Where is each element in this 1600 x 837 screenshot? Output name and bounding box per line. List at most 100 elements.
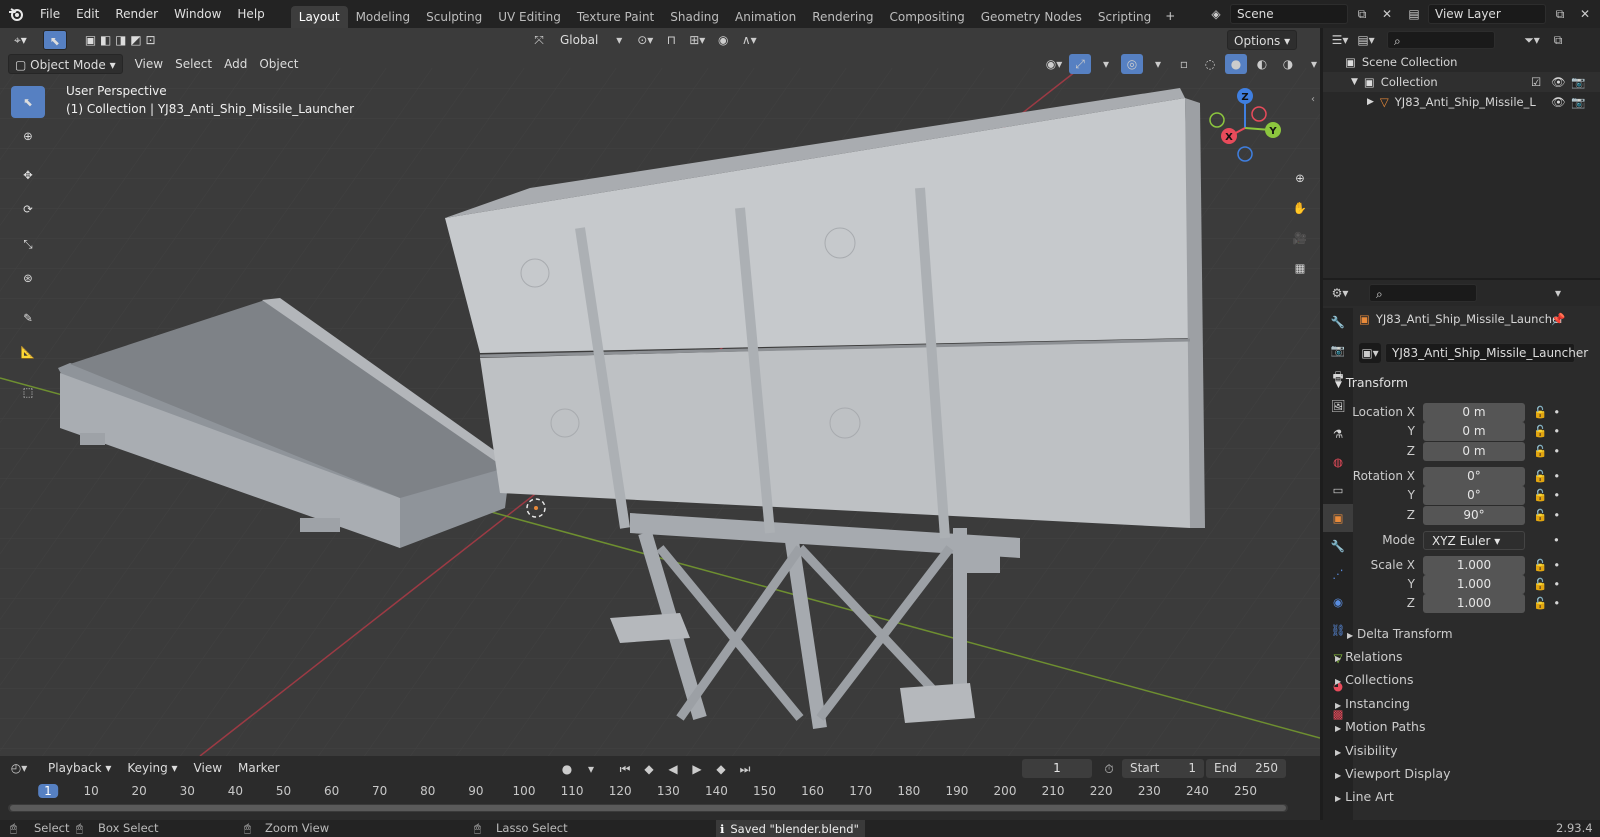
select-mode-icon[interactable]: ⬉ [42,30,67,50]
motion-paths-section[interactable]: ▶ Motion Paths [1335,716,1425,738]
menu-help[interactable]: Help [229,0,272,28]
outliner-row-collection[interactable]: ▼ ▣ Collection ☑ 👁 📷 [1323,72,1600,92]
keyframe-dot-icon[interactable]: • [1553,596,1560,610]
keyframe-dot-icon[interactable]: • [1553,488,1560,502]
tab-texture-paint[interactable]: Texture Paint [569,6,662,28]
selection-modes-icon[interactable]: ▣ ◧ ◨ ◩ ⊡ [79,30,162,50]
transform-section-header[interactable]: ▼ Transform [1335,372,1408,394]
options-dropdown[interactable]: Options ▾ [1227,30,1298,50]
tab-scripting[interactable]: Scripting [1090,6,1159,28]
outliner-search-input[interactable]: ⌕ [1387,31,1495,49]
menu-keying[interactable]: Keying ▾ [121,758,183,778]
tab-sculpting[interactable]: Sculpting [418,6,490,28]
gizmo-icon[interactable]: ⤢ [1069,54,1091,74]
object-name-field[interactable]: YJ83_Anti_Ship_Missile_Launcher [1376,312,1564,326]
sidebar-toggle-icon[interactable]: ‹ [1311,94,1315,105]
record-dropdown-icon[interactable]: ▾ [580,759,602,779]
tab-animation[interactable]: Animation [727,6,804,28]
tab-render-icon[interactable]: 📷 [1323,336,1353,364]
stopwatch-icon[interactable]: ⏱ [1098,759,1120,779]
move-tool[interactable]: ✥ [11,159,45,191]
filter-icon[interactable]: ⏷▾ [1521,30,1543,50]
menu-edit[interactable]: Edit [68,0,107,28]
delete-view-layer-icon[interactable]: ✕ [1574,4,1596,24]
tab-uv-editing[interactable]: UV Editing [490,6,569,28]
frame-ruler[interactable]: 1 10 20 30 40 50 60 70 80 90 100 110 120 130 140 150 160… [0,780,1320,804]
select-box-tool[interactable]: ⬉ [11,86,45,118]
editor-type-icon[interactable]: ⌖▾ [8,30,33,50]
keyframe-dot-icon[interactable]: • [1553,577,1560,591]
camera-render-icon[interactable]: 📷 [1571,75,1585,89]
rotation-y-field[interactable]: 0° [1423,485,1525,505]
menu-view[interactable]: View [129,54,169,74]
menu-window[interactable]: Window [166,0,229,28]
gizmo-dropdown-icon[interactable]: ▾ [1095,54,1117,74]
data-browse-icon[interactable]: ▣▾ [1359,343,1381,363]
keyframe-dot-icon[interactable]: • [1553,405,1560,419]
viewport-display-section[interactable]: ▶ Viewport Display [1335,763,1450,785]
scale-y-field[interactable]: 1.000 [1423,574,1525,594]
menu-render[interactable]: Render [107,0,166,28]
properties-search-input[interactable]: ⌕ [1369,284,1477,302]
scale-x-field[interactable]: 1.000 [1423,555,1525,575]
eye-icon[interactable]: 👁 [1551,75,1566,89]
proportional-edit-icon[interactable]: ◉ [712,30,734,50]
tab-modeling[interactable]: Modeling [348,6,419,28]
menu-playback[interactable]: Playback ▾ [42,758,117,778]
cursor-tool[interactable]: ⊕ [11,120,45,152]
wireframe-shading-icon[interactable]: ◌ [1199,54,1221,74]
record-icon[interactable]: ● [556,759,578,779]
end-frame-field[interactable]: End 250 [1206,759,1286,778]
shading-dropdown-icon[interactable]: ▾ [1303,54,1320,74]
scene-field[interactable]: Scene [1230,4,1348,24]
delta-transform-section[interactable]: ▶ Delta Transform [1347,624,1453,644]
rotation-mode-dropdown[interactable]: XYZ Euler ▾ [1423,530,1525,550]
pan-hand-icon[interactable]: ✋ [1287,195,1313,221]
location-x-field[interactable]: 0 m [1423,402,1525,422]
visibility-section[interactable]: ▶ Visibility [1335,740,1398,762]
view-layer-icon[interactable]: ▤ [1403,4,1425,24]
menu-marker[interactable]: Marker [232,758,285,778]
keyframe-dot-icon[interactable]: • [1553,444,1560,458]
collections-section[interactable]: ▶ Collections [1335,669,1413,691]
relations-section[interactable]: ▶ Relations [1335,646,1403,668]
ortho-grid-icon[interactable]: ▦ [1287,255,1313,281]
current-frame-field[interactable]: 1 [1022,759,1092,778]
scale-z-field[interactable]: 1.000 [1423,593,1525,613]
rotation-x-field[interactable]: 0° [1423,466,1525,486]
3d-viewport[interactable]: ⌖▾ ⬉ ▣ ◧ ◨ ◩ ⊡ ⤧ Global ▾ ⊙▾ ⊓ ⊞▾ ◉ ∧▾ O… [0,28,1320,756]
menu-timeline-view[interactable]: View [188,758,228,778]
collection-checkbox[interactable]: ☑ [1531,75,1541,89]
tab-rendering[interactable]: Rendering [804,6,881,28]
line-art-section[interactable]: ▶ Line Art [1335,786,1394,808]
timeline-scrollbar[interactable] [8,804,1288,812]
object-eye-icon[interactable]: 👁 [1551,95,1566,109]
properties-editor-icon[interactable]: ⚙▾ [1329,283,1351,303]
transform-tool[interactable]: ⊛ [11,262,45,294]
outliner-row-scene-collection[interactable]: ▣ Scene Collection [1323,52,1600,72]
camera-icon[interactable]: 🎥 [1287,225,1313,251]
view-layer-field[interactable]: View Layer [1428,4,1546,24]
next-keyframe-icon[interactable]: ◆ [710,759,732,779]
lock-icon[interactable]: 🔓 [1533,424,1547,438]
jump-start-icon[interactable]: ⏮ [614,759,636,779]
snap-icon[interactable]: ⊓ [660,30,682,50]
expand-right-icon[interactable]: ▶ [1367,97,1374,107]
start-frame-field[interactable]: Start 1 [1122,759,1204,778]
material-shading-icon[interactable]: ◐ [1251,54,1273,74]
lock-icon[interactable]: 🔓 [1533,508,1547,522]
scale-tool[interactable]: ⤡ [11,228,45,260]
lock-icon[interactable]: 🔓 [1533,444,1547,458]
menu-object[interactable]: Object [253,54,304,74]
blender-logo-icon[interactable] [0,0,32,28]
timeline-editor-icon[interactable]: ◴▾ [8,758,30,778]
lock-icon[interactable]: 🔓 [1533,558,1547,572]
lock-icon[interactable]: 🔓 [1533,596,1547,610]
measure-tool[interactable]: 📐 [11,336,45,368]
annotate-tool[interactable]: ✎ [11,302,45,334]
navigation-gizmo[interactable]: Z Y X [1205,86,1295,166]
transform-orientation-dropdown[interactable]: Global [554,30,604,50]
keyframe-dot-icon[interactable]: • [1553,558,1560,572]
visibility-icon[interactable]: ◉▾ [1043,54,1065,74]
instancing-section[interactable]: ▶ Instancing [1335,693,1410,715]
